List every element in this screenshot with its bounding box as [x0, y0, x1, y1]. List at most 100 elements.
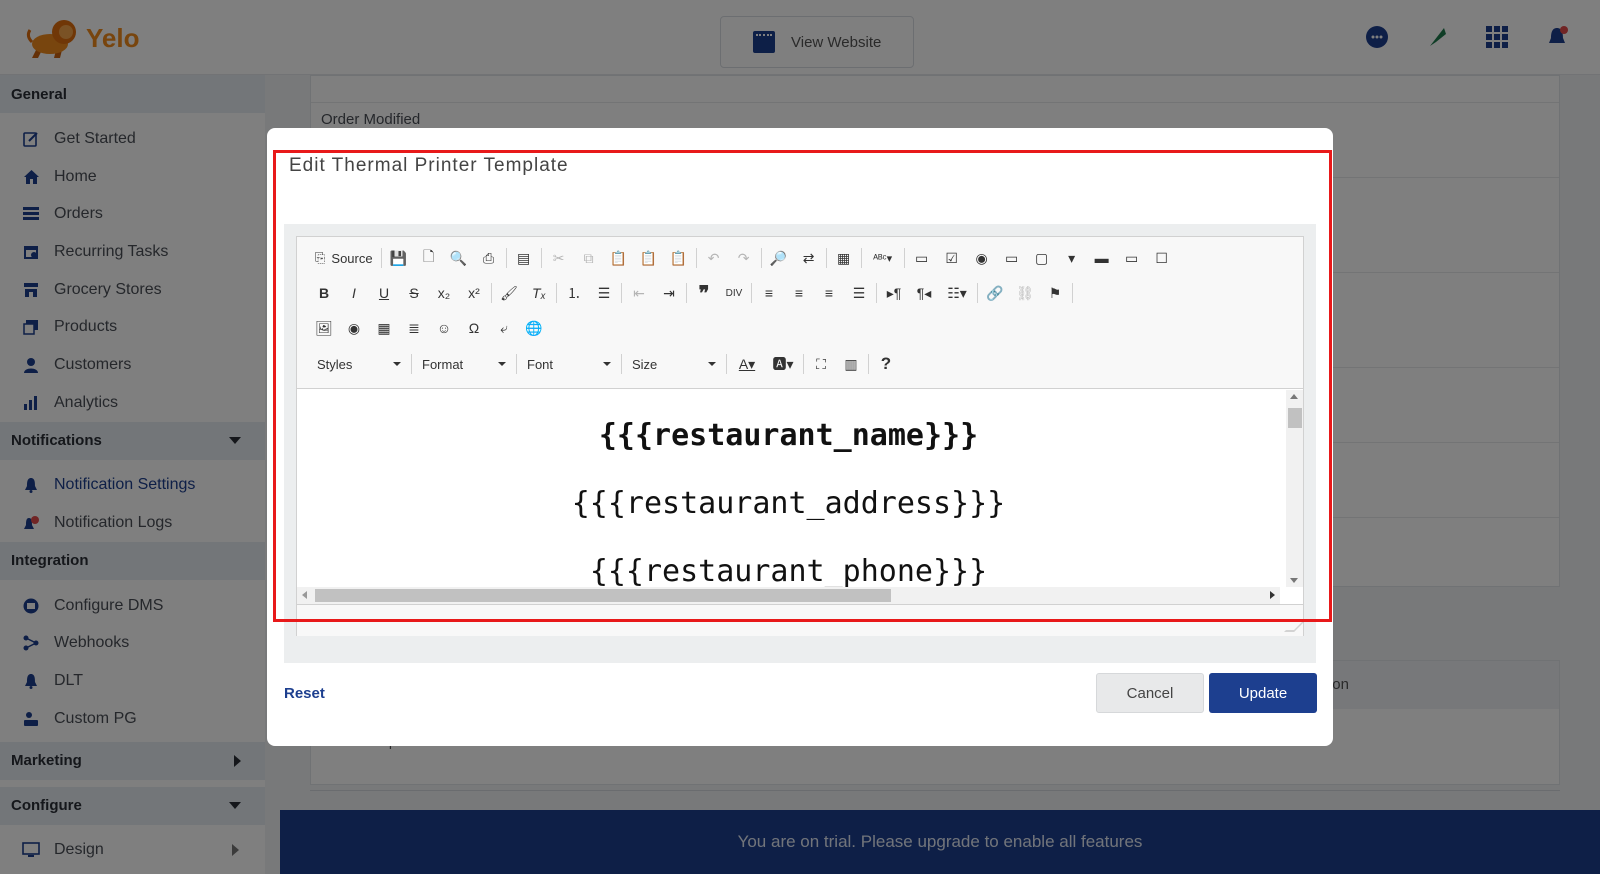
align-right-icon[interactable]: ≡	[814, 279, 844, 307]
copy-format-icon[interactable]: 🖌	[494, 279, 524, 307]
image-icon[interactable]: 🖼	[309, 314, 339, 342]
scroll-up-icon[interactable]	[1290, 394, 1298, 399]
horizontal-line-icon[interactable]: ≣	[399, 314, 429, 342]
dropdown-arrow-icon	[603, 362, 611, 366]
indent-icon[interactable]: ⇥	[654, 279, 684, 307]
editor-toolbar: ⎘ Source 💾 🗋 🔍 ⎙ ▤ ✂ ⧉ 📋 📋 📋 ↶ ↷ 🔎 ⇄ ▦ ᴬ…	[297, 237, 1303, 389]
paste-text-icon[interactable]: 📋	[634, 244, 664, 272]
modal-title: Edit Thermal Printer Template	[289, 155, 569, 176]
subscript-icon[interactable]: x₂	[429, 279, 459, 307]
redo-icon[interactable]: ↷	[729, 244, 759, 272]
scroll-left-icon[interactable]	[302, 591, 307, 599]
rich-text-editor: ⎘ Source 💾 🗋 🔍 ⎙ ▤ ✂ ⧉ 📋 📋 📋 ↶ ↷ 🔎 ⇄ ▦ ᴬ…	[296, 236, 1304, 636]
justify-icon[interactable]: ☰	[844, 279, 874, 307]
page-break-icon[interactable]: ⤶	[489, 314, 519, 342]
show-blocks-icon[interactable]: ▥	[836, 350, 866, 378]
toolbar-row-2: B I U S x₂ x² 🖌 Tₓ ⒈ ☰ ⇤ ⇥ ❞ DIV ≡ ≡ ≡ ☰…	[309, 278, 1075, 308]
copy-icon[interactable]: ⧉	[574, 244, 604, 272]
blockquote-icon[interactable]: ❞	[689, 279, 719, 307]
ltr-icon[interactable]: ▸¶	[879, 279, 909, 307]
template-line-restaurant-address[interactable]: {{{restaurant_address}}}	[297, 486, 1280, 521]
smiley-icon[interactable]: ☺	[429, 314, 459, 342]
replace-icon[interactable]: ⇄	[794, 244, 824, 272]
align-left-icon[interactable]: ≡	[754, 279, 784, 307]
styles-dropdown[interactable]: Styles	[309, 351, 409, 377]
vertical-scroll-thumb[interactable]	[1288, 408, 1302, 428]
radio-icon[interactable]: ◉	[967, 244, 997, 272]
update-button[interactable]: Update	[1209, 673, 1317, 713]
strikethrough-icon[interactable]: S	[399, 279, 429, 307]
help-icon[interactable]: ?	[871, 350, 901, 378]
size-dropdown[interactable]: Size	[624, 351, 724, 377]
language-icon[interactable]: ☷▾	[939, 279, 975, 307]
print-icon[interactable]: ⎙	[474, 244, 504, 272]
reset-link[interactable]: Reset	[284, 685, 325, 702]
bulleted-list-icon[interactable]: ☰	[589, 279, 619, 307]
cancel-button[interactable]: Cancel	[1096, 673, 1204, 713]
button-field-icon[interactable]: ▬	[1087, 244, 1117, 272]
div-container-icon[interactable]: DIV	[719, 279, 749, 307]
dropdown-arrow-icon	[498, 362, 506, 366]
scroll-right-icon[interactable]	[1270, 591, 1275, 599]
find-icon[interactable]: 🔎	[764, 244, 794, 272]
templates-icon[interactable]: ▤	[509, 244, 539, 272]
horizontal-scrollbar[interactable]	[297, 587, 1280, 604]
editor-container: ⎘ Source 💾 🗋 🔍 ⎙ ▤ ✂ ⧉ 📋 📋 📋 ↶ ↷ 🔎 ⇄ ▦ ᴬ…	[284, 224, 1316, 663]
text-field-icon[interactable]: ▭	[997, 244, 1027, 272]
paste-word-icon[interactable]: 📋	[664, 244, 694, 272]
align-center-icon[interactable]: ≡	[784, 279, 814, 307]
remove-format-icon[interactable]: Tₓ	[524, 279, 554, 307]
select-field-icon[interactable]: ▾	[1057, 244, 1087, 272]
editor-content-area[interactable]: {{{restaurant_name}}} {{{restaurant_addr…	[297, 390, 1280, 588]
template-line-restaurant-name[interactable]: {{{restaurant_name}}}	[297, 418, 1280, 453]
scroll-down-icon[interactable]	[1290, 578, 1298, 583]
size-label: Size	[632, 356, 658, 372]
cut-icon[interactable]: ✂	[544, 244, 574, 272]
image-button-icon[interactable]: ▭	[1117, 244, 1147, 272]
source-icon: ⎘	[315, 250, 326, 265]
save-icon[interactable]: 💾	[384, 244, 414, 272]
font-label: Font	[527, 356, 554, 372]
rtl-icon[interactable]: ¶◂	[909, 279, 939, 307]
unlink-icon[interactable]: ⛓	[1010, 279, 1040, 307]
underline-icon[interactable]: U	[369, 279, 399, 307]
table-icon[interactable]: ▦	[369, 314, 399, 342]
format-label: Format	[422, 356, 464, 372]
link-icon[interactable]: 🔗	[980, 279, 1010, 307]
preview-icon[interactable]: 🔍	[444, 244, 474, 272]
superscript-icon[interactable]: x²	[459, 279, 489, 307]
bold-icon[interactable]: B	[309, 279, 339, 307]
special-char-icon[interactable]: Ω	[459, 314, 489, 342]
form-icon[interactable]: ▭	[907, 244, 937, 272]
checkbox-icon[interactable]: ☑	[937, 244, 967, 272]
source-button[interactable]: ⎘ Source	[309, 244, 379, 272]
maximize-icon[interactable]: ⛶	[806, 350, 836, 378]
source-label: Source	[331, 250, 373, 266]
dropdown-arrow-icon	[708, 362, 716, 366]
new-page-icon[interactable]: 🗋	[414, 244, 444, 272]
italic-icon[interactable]: I	[339, 279, 369, 307]
bg-color-icon[interactable]: 🅰▾	[765, 350, 801, 378]
undo-icon[interactable]: ↶	[699, 244, 729, 272]
resize-handle-icon[interactable]	[1284, 622, 1304, 632]
styles-label: Styles	[317, 356, 353, 372]
editor-footer	[297, 604, 1304, 636]
iframe-globe-icon[interactable]: 🌐	[519, 314, 549, 342]
paste-icon[interactable]: 📋	[604, 244, 634, 272]
text-color-icon[interactable]: A▾	[729, 350, 765, 378]
format-dropdown[interactable]: Format	[414, 351, 514, 377]
outdent-icon[interactable]: ⇤	[624, 279, 654, 307]
horizontal-scroll-thumb[interactable]	[315, 589, 891, 602]
dropdown-arrow-icon	[393, 362, 401, 366]
flash-icon[interactable]: ◉	[339, 314, 369, 342]
hidden-field-icon[interactable]: ☐	[1147, 244, 1177, 272]
toolbar-row-4: Styles Format Font Size A▾ 🅰▾ ⛶ ▥ ?	[309, 349, 901, 379]
textarea-icon[interactable]: ▢	[1027, 244, 1057, 272]
vertical-scrollbar[interactable]	[1286, 390, 1303, 587]
spellcheck-icon[interactable]: ᴬᴮᶜ▾	[864, 244, 902, 272]
select-all-icon[interactable]: ▦	[829, 244, 859, 272]
numbered-list-icon[interactable]: ⒈	[559, 279, 589, 307]
font-dropdown[interactable]: Font	[519, 351, 619, 377]
template-line-restaurant-phone[interactable]: {{{restaurant_phone}}}	[297, 554, 1280, 588]
anchor-flag-icon[interactable]: ⚑	[1040, 279, 1070, 307]
